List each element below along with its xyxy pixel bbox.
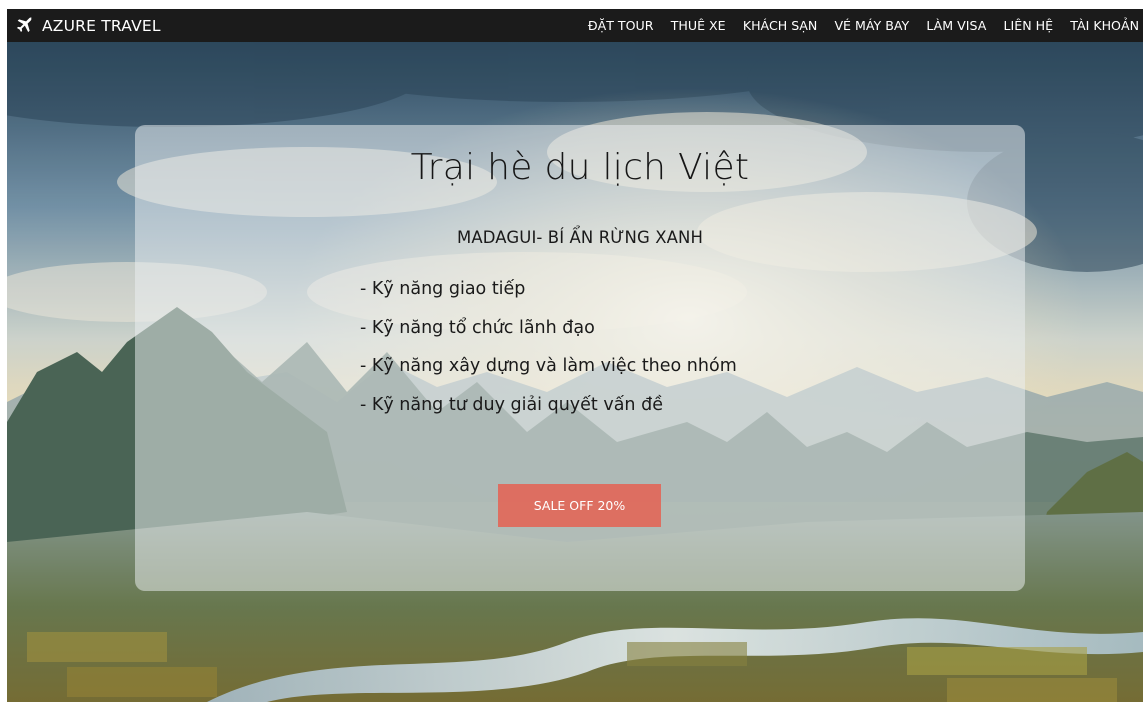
skill-item-problem-solving: - Kỹ năng tư duy giải quyết vấn đề: [360, 395, 663, 416]
nav-item-lien-he[interactable]: LIÊN HỆ: [1004, 18, 1054, 33]
nav-item-thue-xe[interactable]: THUÊ XE: [671, 18, 726, 33]
top-navbar: AZURE TRAVEL ĐẶT TOUR THUÊ XE KHÁCH SẠN …: [7, 9, 1143, 42]
promo-panel: Trại hè du lịch Việt MADAGUI- BÍ ẨN RỪNG…: [135, 125, 1025, 591]
skill-list: - Kỹ năng giao tiếp - Kỹ năng tổ chức lã…: [360, 270, 737, 425]
nav-item-dat-tour[interactable]: ĐẶT TOUR: [588, 18, 654, 33]
skill-item-leadership: - Kỹ năng tổ chức lãnh đạo: [360, 317, 595, 338]
skill-item-teamwork: - Kỹ năng xây dựng và làm việc theo nhóm: [360, 356, 737, 377]
nav-item-ve-may-bay[interactable]: VÉ MÁY BAY: [834, 18, 909, 33]
page-frame: AZURE TRAVEL ĐẶT TOUR THUÊ XE KHÁCH SẠN …: [7, 9, 1143, 702]
nav-item-khach-san[interactable]: KHÁCH SẠN: [743, 18, 817, 33]
plane-icon: [15, 16, 34, 35]
brand-logo-link[interactable]: AZURE TRAVEL: [15, 9, 161, 42]
brand-name: AZURE TRAVEL: [42, 16, 161, 35]
nav-menu: ĐẶT TOUR THUÊ XE KHÁCH SẠN VÉ MÁY BAY LÀ…: [571, 9, 1139, 42]
panel-subtitle: MADAGUI- BÍ ẨN RỪNG XANH: [457, 228, 703, 247]
nav-item-tai-khoan[interactable]: TÀI KHOẢN: [1070, 18, 1139, 33]
nav-item-lam-visa[interactable]: LÀM VISA: [926, 18, 986, 33]
sale-off-button[interactable]: SALE OFF 20%: [498, 484, 661, 527]
hero-section: Trại hè du lịch Việt MADAGUI- BÍ ẨN RỪNG…: [7, 42, 1143, 702]
skill-item-communication: - Kỹ năng giao tiếp: [360, 279, 526, 299]
panel-title: Trại hè du lịch Việt: [410, 147, 750, 188]
